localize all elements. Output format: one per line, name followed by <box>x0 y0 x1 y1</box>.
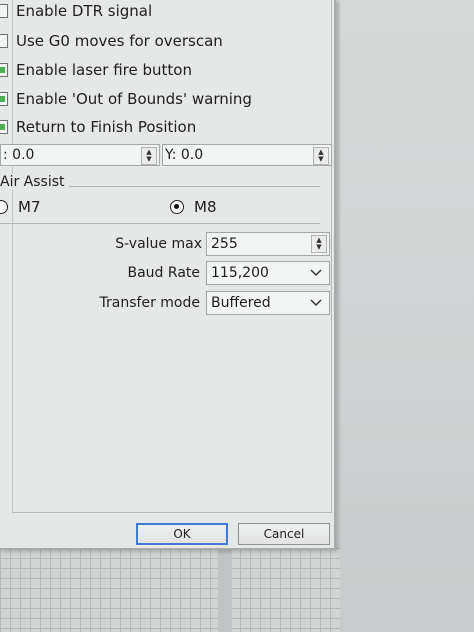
transfer-mode-value: Buffered <box>211 295 271 311</box>
transfer-mode-label: Transfer mode <box>99 295 200 311</box>
return-finish-checkbox[interactable] <box>0 120 8 134</box>
checkbox-row-bounds[interactable]: Enable 'Out of Bounds' warning <box>0 88 252 110</box>
enable-bounds-warning-label: Enable 'Out of Bounds' warning <box>16 90 252 108</box>
finish-y-value: Y: 0.0 <box>165 147 204 163</box>
spin-arrows-icon[interactable]: ▲ ▼ <box>313 147 329 165</box>
use-g0-checkbox[interactable] <box>0 34 8 48</box>
return-finish-label: Return to Finish Position <box>16 118 197 136</box>
transfer-mode-select[interactable]: Buffered <box>206 291 330 315</box>
m8-radio[interactable] <box>170 200 184 214</box>
air-assist-m8-option[interactable]: M8 <box>170 196 217 218</box>
s-value-max-label: S-value max <box>115 236 202 252</box>
enable-bounds-warning-checkbox[interactable] <box>0 92 8 106</box>
s-value-max-value: 255 <box>211 236 238 252</box>
spin-arrows-icon[interactable]: ▲ ▼ <box>141 147 157 165</box>
ok-button[interactable]: OK <box>136 523 228 545</box>
air-assist-group <box>0 186 320 224</box>
checkbox-row-fire[interactable]: Enable laser fire button <box>0 59 192 81</box>
enable-fire-button-label: Enable laser fire button <box>16 61 192 79</box>
background-workspace <box>340 0 474 632</box>
chevron-down-icon <box>309 266 323 280</box>
baud-rate-value: 115,200 <box>211 265 269 281</box>
device-settings-dialog: Enable DTR signal Use G0 moves for overs… <box>0 0 336 550</box>
use-g0-label: Use G0 moves for overscan <box>16 32 223 50</box>
air-assist-m7-option[interactable]: M7 <box>0 196 41 218</box>
enable-fire-button-checkbox[interactable] <box>0 63 8 77</box>
canvas-grid <box>0 548 340 632</box>
cancel-button[interactable]: Cancel <box>238 523 330 545</box>
checkbox-row-g0[interactable]: Use G0 moves for overscan <box>0 30 223 52</box>
checkbox-row-finish[interactable]: Return to Finish Position <box>0 116 196 138</box>
baud-rate-label: Baud Rate <box>127 265 201 281</box>
finish-x-value: : 0.0 <box>3 147 35 163</box>
enable-dtr-checkbox[interactable] <box>0 4 8 18</box>
enable-dtr-label: Enable DTR signal <box>16 2 153 20</box>
chevron-down-icon <box>309 296 323 310</box>
m8-label: M8 <box>194 198 217 216</box>
m7-label: M7 <box>18 198 41 216</box>
spin-arrows-icon[interactable]: ▲ ▼ <box>311 235 327 253</box>
s-value-max-input[interactable]: 255 ▲ ▼ <box>206 232 330 256</box>
air-assist-title: Air Assist <box>0 174 69 190</box>
checkbox-row-dtr[interactable]: Enable DTR signal <box>0 0 152 22</box>
canvas-divider <box>218 548 232 632</box>
finish-y-input[interactable]: Y: 0.0 ▲ ▼ <box>162 144 332 166</box>
finish-x-input[interactable]: : 0.0 ▲ ▼ <box>0 144 160 166</box>
m7-radio[interactable] <box>0 200 8 214</box>
baud-rate-select[interactable]: 115,200 <box>206 261 330 285</box>
